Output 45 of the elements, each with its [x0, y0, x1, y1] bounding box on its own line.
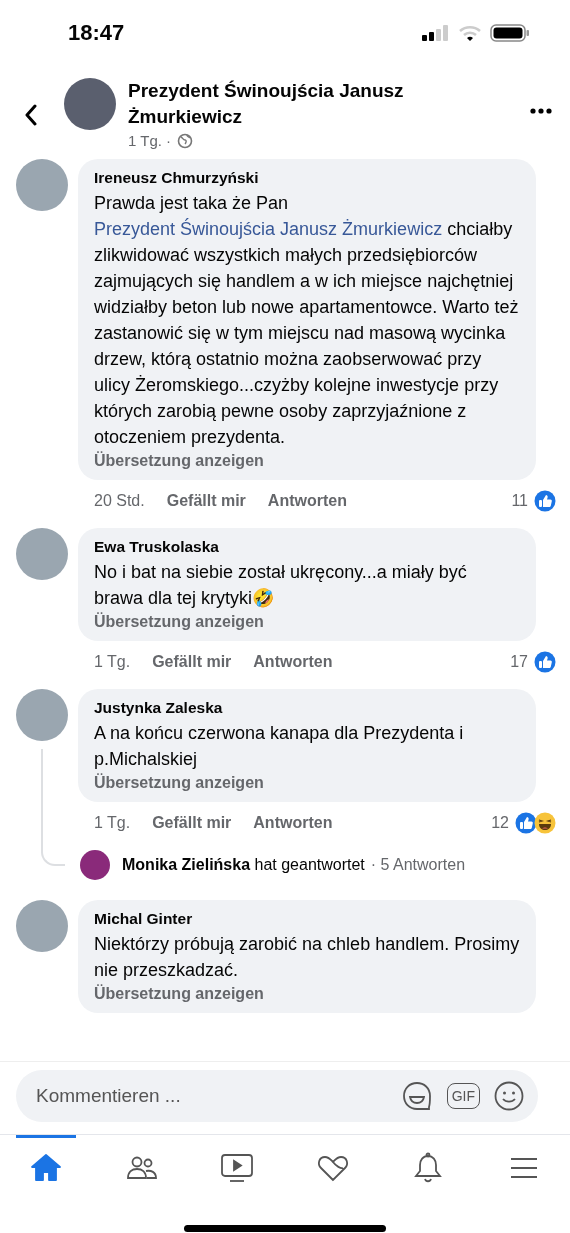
post-time: 1 Tg. ·: [128, 132, 172, 149]
sticker-icon[interactable]: [400, 1080, 433, 1112]
comment-text: No i bat na siebie został ukręcony...a miały być brawa dla tej krytyki🤣: [94, 561, 468, 610]
like-button[interactable]: Gefällt mir: [152, 653, 232, 671]
reaction-count[interactable]: 17: [510, 653, 528, 671]
translate-link[interactable]: Übersetzung anzeigen: [94, 452, 520, 470]
smiley-icon[interactable]: [494, 1081, 524, 1111]
comment-text: A na końcu czerwona kanapa dla Prezydenta i p.Michalskiej: [94, 722, 465, 771]
comment-author[interactable]: Justynka Zaleska: [94, 699, 520, 717]
thumbs-up-icon: [534, 490, 556, 512]
thumbs-up-icon: [534, 651, 556, 673]
battery-icon: [490, 24, 530, 42]
avatar-photo[interactable]: [80, 850, 110, 880]
home-icon[interactable]: [29, 1152, 63, 1184]
mention-link[interactable]: Prezydent Świnoujścia Janusz Żmurkiewicz: [94, 219, 443, 239]
avatar-photo: [64, 78, 116, 130]
thumbs-up-icon: [515, 812, 537, 834]
translate-link[interactable]: Übersetzung anzeigen: [94, 613, 520, 631]
comment-time: 1 Tg.: [94, 814, 131, 832]
play-screen-icon[interactable]: [220, 1152, 255, 1184]
laughing-face-icon: [534, 812, 556, 834]
gif-button[interactable]: GIF: [446, 1083, 480, 1109]
like-button[interactable]: Gefällt mir: [166, 492, 246, 510]
post-author[interactable]: Prezydent Świnoujścia Janusz Żmurkiewicz: [128, 78, 438, 130]
replies-summary[interactable]: Monika Zielińska hat geantwortet: [122, 856, 365, 874]
comment-text: Prawda jest taka że Pan Prezydent Świnoujścia Janusz Żmurkiewicz chciałby zlikwidować wszystkich małych przedsiębiorców zajmujących się handlem a w ich miejsce najchętniej widziałby beton lub nowe apartamentowce. Warto też zastanowić się w tym miejscu nad masową wycinka drzew, którą ostatnio można zaobserwować przy ulicy Żeromskiego...czyżby kolejne inwestycje przy których zarobią pewne osoby zaprzyjaźnione z otoczeniem prezydenta.: [94, 192, 520, 449]
comment-author[interactable]: Ireneusz Chmurzyński: [94, 169, 520, 187]
replies-count[interactable]: · 5 Antworten: [370, 856, 466, 874]
comment-author[interactable]: Michal Ginter: [94, 910, 520, 928]
translate-link[interactable]: Übersetzung anzeigen: [94, 985, 520, 1003]
comment-text: Niektórzy próbują zarobić na chleb handlem. Prosimy nie przeszkadzać.: [94, 933, 520, 982]
reply-button[interactable]: Antworten: [253, 814, 333, 832]
wifi-icon: [458, 24, 482, 42]
reply-button[interactable]: Antworten: [267, 492, 347, 510]
reaction-count[interactable]: 11: [511, 492, 528, 510]
reply-button[interactable]: Antworten: [253, 653, 333, 671]
translate-link[interactable]: Übersetzung anzeigen: [94, 774, 520, 792]
signal-icon: [422, 25, 450, 41]
reaction-count[interactable]: 12: [491, 814, 509, 832]
comment-time: 20 Std.: [94, 492, 145, 510]
like-button[interactable]: Gefällt mir: [152, 814, 232, 832]
comment-time: 1 Tg.: [94, 653, 131, 671]
status-time: 18:47: [68, 20, 125, 46]
comment-author[interactable]: Ewa Truskolaska: [94, 538, 520, 556]
comment-input-field[interactable]: Kommentieren ... GIF: [16, 1070, 538, 1122]
